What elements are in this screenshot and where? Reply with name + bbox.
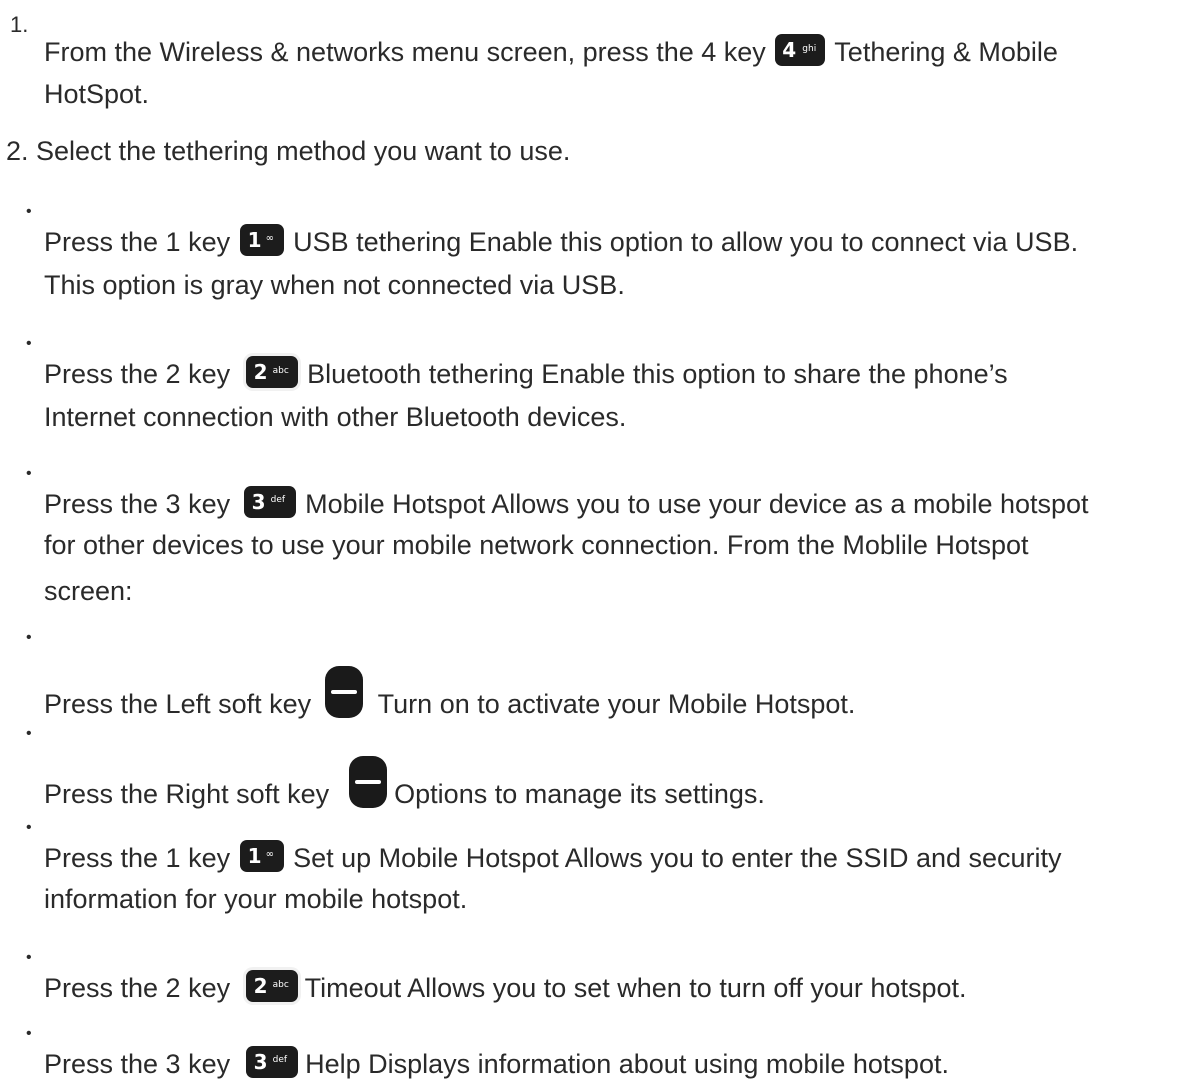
bluetooth-text-before: Press the 2 key — [44, 359, 231, 389]
key-2-letters: abc — [272, 366, 289, 376]
key-3-icon: 3 def — [245, 1046, 298, 1078]
left-soft-text-after: Turn on to activate your Mobile Hotspot. — [377, 689, 856, 719]
key-2-icon: 2 abc — [245, 356, 298, 388]
setup-text-before: Press the 1 key — [44, 843, 231, 873]
bullet-marker: • — [26, 465, 32, 482]
bullet-marker: • — [26, 1025, 32, 1042]
step-1-line-2: HotSpot. — [44, 79, 150, 109]
usb-line-2: This option is gray when not connected v… — [44, 270, 625, 300]
bluetooth-text-after: Bluetooth tethering Enable this option t… — [307, 359, 1008, 389]
bullet-marker: • — [26, 335, 32, 352]
timeout-text-before: Press the 2 key — [44, 973, 231, 1003]
usb-text-before: Press the 1 key — [44, 227, 231, 257]
key-2-letters: abc — [272, 980, 289, 990]
right-soft-text-after: Options to manage its settings. — [394, 779, 765, 809]
key-3-digit: 3 — [251, 490, 266, 514]
soft-key-icon — [348, 756, 387, 808]
soft-key-icon — [324, 666, 363, 718]
key-2-digit: 2 — [253, 974, 268, 998]
key-3-digit: 3 — [253, 1050, 268, 1074]
key-1-digit: 1 — [247, 844, 262, 868]
key-4-digit: 4 — [782, 38, 797, 62]
soft-key-bar — [330, 690, 357, 694]
hotspot-line-3: screen: — [44, 576, 133, 606]
key-1-icon: 1 ∞ — [239, 224, 284, 256]
help-line-1: Press the 3 key 3 def Help Displays info… — [44, 1046, 949, 1078]
setup-line-1: Press the 1 key 1 ∞ Set up Mobile Hotspo… — [44, 840, 1062, 872]
hotspot-text-before: Press the 3 key — [44, 489, 231, 519]
right-soft-text-before: Press the Right soft key — [44, 779, 330, 809]
key-1-digit: 1 — [247, 228, 262, 252]
step-1-line-1: From the Wireless & networks menu screen… — [44, 34, 1058, 66]
hotspot-line-2: for other devices to use your mobile net… — [44, 530, 1029, 560]
help-text-before: Press the 3 key — [44, 1049, 231, 1079]
bluetooth-line-2: Internet connection with other Bluetooth… — [44, 402, 627, 432]
key-3-letters: def — [272, 1055, 288, 1065]
left-soft-text-before: Press the Left soft key — [44, 689, 312, 719]
key-2-icon: 2 abc — [245, 970, 298, 1002]
key-1-letters: ∞ — [265, 849, 274, 860]
key-1-icon: 1 ∞ — [239, 840, 284, 872]
left-soft-line-1: Press the Left soft key Turn on to activ… — [44, 666, 855, 718]
usb-text-after: USB tethering Enable this option to allo… — [293, 227, 1079, 257]
timeout-text-after: Timeout Allows you to set when to turn o… — [304, 973, 967, 1003]
step-2-line-1: 2. Select the tethering method you want … — [6, 136, 571, 166]
key-3-icon: 3 def — [243, 486, 296, 518]
key-1-letters: ∞ — [265, 233, 274, 244]
hotspot-line-1: Press the 3 key 3 def Mobile Hotspot All… — [44, 486, 1089, 518]
setup-line-2: information for your mobile hotspot. — [44, 884, 468, 914]
step-1-marker: 1. — [10, 12, 29, 37]
bluetooth-line-1: Press the 2 key 2 abc Bluetooth tetherin… — [44, 356, 1008, 388]
bullet-marker: • — [26, 819, 32, 836]
help-text-after: Help Displays information about using mo… — [305, 1049, 949, 1079]
timeout-line-1: Press the 2 key 2 abc Timeout Allows you… — [44, 970, 966, 1002]
key-4-letters: ghi — [802, 44, 817, 54]
key-2-digit: 2 — [253, 360, 268, 384]
bullet-marker: • — [26, 949, 32, 966]
step-1-text-after: Tethering & Mobile — [834, 37, 1058, 67]
bullet-marker: • — [26, 629, 32, 646]
key-4-icon: 4 ghi — [775, 34, 826, 66]
hotspot-text-after: Mobile Hotspot Allows you to use your de… — [305, 489, 1089, 519]
step-1-text-before: From the Wireless & networks menu screen… — [44, 37, 766, 67]
usb-line-1: Press the 1 key 1 ∞ USB tethering Enable… — [44, 224, 1078, 256]
right-soft-line-1: Press the Right soft key Options to mana… — [44, 756, 765, 808]
key-3-letters: def — [270, 495, 286, 505]
soft-key-bar — [354, 780, 381, 784]
setup-text-after: Set up Mobile Hotspot Allows you to ente… — [293, 843, 1062, 873]
bullet-marker: • — [26, 203, 32, 220]
bullet-marker: • — [26, 725, 32, 742]
